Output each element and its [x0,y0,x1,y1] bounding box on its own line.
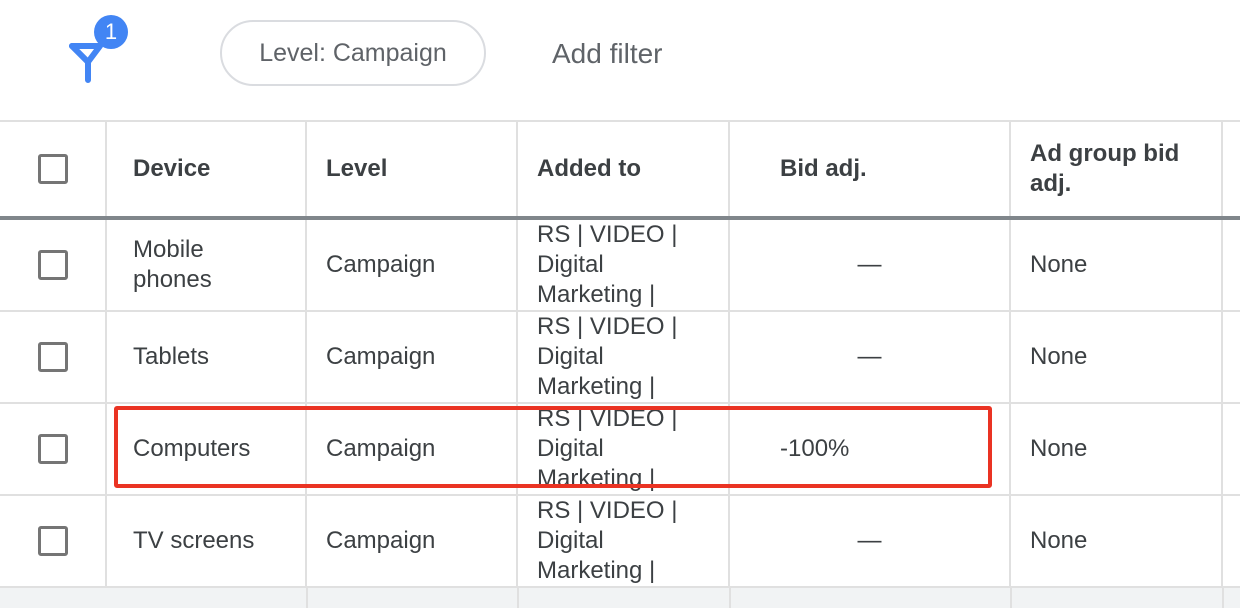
table-header: Device Level Added to Bid adj. Ad group … [0,120,1240,220]
ad-group-bid-adj-value: None [1011,220,1223,310]
add-filter-button[interactable]: Add filter [552,38,663,70]
table-row[interactable]: TV screens Campaign RS | VIDEO | Digital… [0,496,1240,588]
device-name: TV screens [107,496,307,586]
row-checkbox[interactable] [37,342,68,372]
table-footer-row [0,588,1240,608]
ad-group-bid-adj-value: None [1011,496,1223,586]
bid-adj-value[interactable]: — [730,220,1011,310]
table-row[interactable]: Tablets Campaign RS | VIDEO | Digital Ma… [0,312,1240,404]
added-to-link[interactable]: RS | VIDEO | Digital Marketing | [537,496,697,586]
level-value: Campaign [307,220,518,310]
select-all-checkbox[interactable] [37,154,68,184]
added-to-link[interactable]: RS | VIDEO | Digital Marketing | [537,312,697,402]
row-checkbox[interactable] [37,250,68,280]
column-header-level[interactable]: Level [307,122,518,216]
table-row[interactable]: Mobile phones Campaign RS | VIDEO | Digi… [0,220,1240,312]
column-header-bid-adj[interactable]: Bid adj. [730,122,1011,216]
level-value: Campaign [307,404,518,494]
bid-adj-value[interactable]: — [730,312,1011,402]
column-header-ad-group-bid-adj[interactable]: Ad group bid adj. [1011,122,1223,216]
level-filter-chip[interactable]: Level: Campaign [220,20,486,86]
row-checkbox[interactable] [37,434,68,464]
device-name: Mobile phones [133,236,212,293]
ad-group-bid-adj-value: None [1011,404,1223,494]
column-header-device[interactable]: Device [107,122,307,216]
device-name: Computers [107,404,307,494]
table-row[interactable]: Computers Campaign RS | VIDEO | Digital … [0,404,1240,496]
bid-adj-value[interactable]: -100% [730,404,1011,494]
added-to-link[interactable]: RS | VIDEO | Digital Marketing | [537,404,697,494]
level-value: Campaign [307,312,518,402]
column-header-added-to[interactable]: Added to [518,122,730,216]
filter-toolbar: 1 Level: Campaign Add filter [0,0,1240,120]
added-to-link[interactable]: RS | VIDEO | Digital Marketing | [537,220,697,310]
filter-count-badge: 1 [94,15,128,49]
ad-group-bid-adj-value: None [1011,312,1223,402]
bid-adj-value[interactable]: — [730,496,1011,586]
row-checkbox[interactable] [37,526,68,556]
device-name: Tablets [107,312,307,402]
level-value: Campaign [307,496,518,586]
